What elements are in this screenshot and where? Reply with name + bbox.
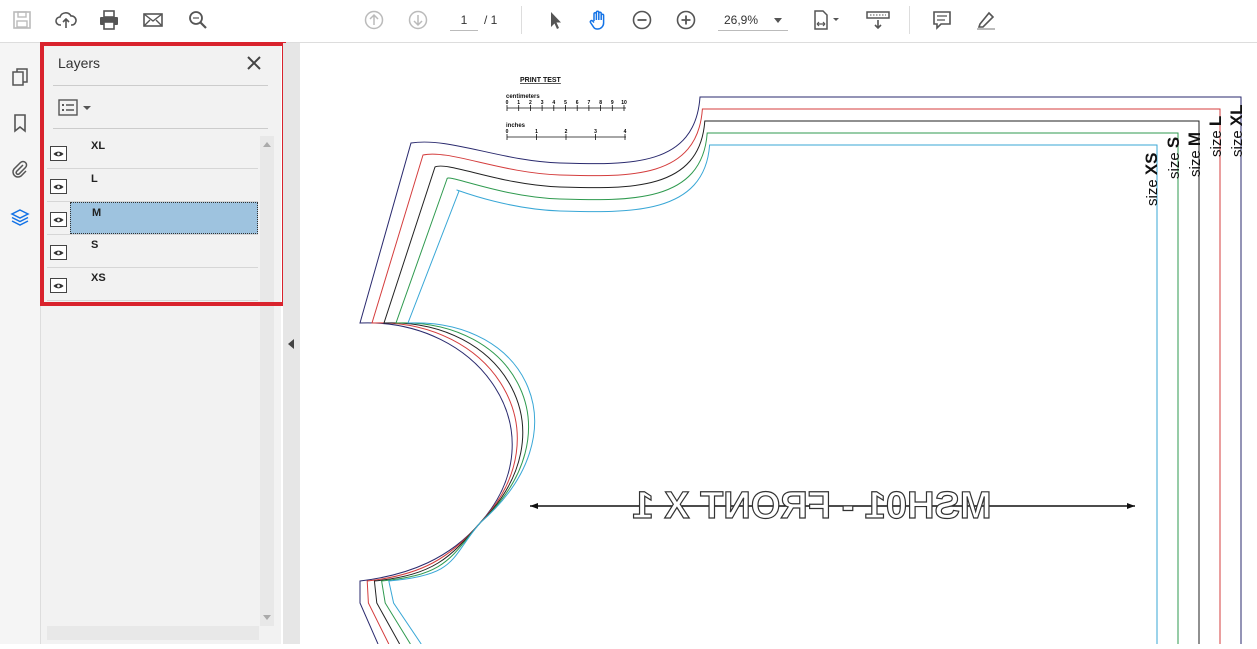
highlight-icon[interactable] xyxy=(972,6,1000,34)
toolbar-divider xyxy=(909,6,910,34)
ruler-tick-label: 5 xyxy=(564,100,567,106)
highlight-box xyxy=(40,42,286,306)
outline-xs xyxy=(388,144,1158,645)
ruler-tick-label: 1 xyxy=(535,129,538,135)
inches-label: inches xyxy=(506,123,526,129)
ruler-tick-label: 2 xyxy=(529,100,532,106)
size-value: L xyxy=(1206,115,1225,127)
size-label-l: size L xyxy=(1206,116,1226,157)
outline-s xyxy=(381,132,1179,645)
outline-xl xyxy=(359,96,1242,645)
chevron-down-icon xyxy=(774,18,782,23)
pattern-label: MSH01 - FRONT X 1 xyxy=(633,485,992,527)
size-prefix: size xyxy=(1187,146,1204,177)
centimeter-ruler: 0 1 2 3 4 5 6 7 8 9 10 xyxy=(506,100,627,111)
page-number-input[interactable]: 1 xyxy=(450,10,478,31)
size-value: M xyxy=(1185,131,1204,147)
size-prefix: size xyxy=(1166,148,1183,179)
ruler-tick-label: 10 xyxy=(621,100,627,106)
ruler-tick-label: 0 xyxy=(506,129,509,135)
email-icon[interactable] xyxy=(139,6,167,34)
ruler-tick-label: 0 xyxy=(506,100,509,106)
ruler-tick-label: 3 xyxy=(541,100,544,106)
zoom-level-value: 26,9% xyxy=(724,13,759,27)
pages-icon[interactable] xyxy=(8,65,32,89)
comment-icon[interactable] xyxy=(928,6,956,34)
page-down-icon[interactable] xyxy=(404,6,432,34)
size-prefix: size xyxy=(1229,126,1246,157)
page-fit-icon[interactable] xyxy=(808,6,844,34)
collapse-panel-arrow[interactable] xyxy=(288,339,294,349)
centimeters-label: centimeters xyxy=(506,94,540,100)
toolbar-divider xyxy=(521,6,522,34)
zoom-level-select[interactable]: 26,9% xyxy=(718,10,788,31)
ruler-tick-label: 6 xyxy=(576,100,579,106)
ruler-tick-label: 4 xyxy=(624,129,627,135)
pattern-outlines xyxy=(359,96,1242,645)
left-navigation-rail xyxy=(0,43,41,644)
scroll-mode-icon[interactable] xyxy=(862,6,894,34)
panel-splitter[interactable] xyxy=(283,43,300,644)
toolbar: 1 / 1 26,9% xyxy=(0,0,1257,43)
attachment-icon[interactable] xyxy=(8,157,32,181)
ruler-tick-label: 4 xyxy=(552,100,555,106)
print-test-title: PRINT TEST xyxy=(520,77,562,84)
zoom-in-icon[interactable] xyxy=(672,6,700,34)
scroll-down-arrow[interactable] xyxy=(263,615,271,620)
cloud-upload-icon[interactable] xyxy=(52,6,80,34)
ruler-tick-label: 1 xyxy=(517,100,520,106)
size-value: XS xyxy=(1142,152,1161,176)
ruler-tick-label: 2 xyxy=(565,129,568,135)
layers-icon[interactable] xyxy=(8,205,32,229)
page-up-icon[interactable] xyxy=(360,6,388,34)
size-value: XL xyxy=(1227,104,1246,127)
horizontal-scrollbar[interactable] xyxy=(47,626,259,640)
ruler-tick-label: 7 xyxy=(588,100,591,106)
size-label-xl: size XL xyxy=(1227,104,1247,157)
ruler-tick-label: 3 xyxy=(594,129,597,135)
page-total: / 1 xyxy=(484,13,498,27)
size-label-m: size M xyxy=(1185,132,1205,177)
document-view[interactable]: PRINT TEST centimeters 0 1 2 3 4 5 6 7 8 9 10 inch… xyxy=(300,43,1257,645)
size-label-xs: size XS xyxy=(1142,152,1162,206)
size-label-s: size S xyxy=(1164,137,1184,179)
pattern-drawing: PRINT TEST centimeters 0 1 2 3 4 5 6 7 8 9 10 inch… xyxy=(359,77,1242,645)
size-value: S xyxy=(1164,136,1183,149)
zoom-out-icon[interactable] xyxy=(628,6,656,34)
search-icon[interactable] xyxy=(184,6,212,34)
size-prefix: size xyxy=(1208,126,1225,157)
select-cursor-icon[interactable] xyxy=(541,6,569,34)
save-icon[interactable] xyxy=(8,6,36,34)
ruler-tick-label: 9 xyxy=(611,100,614,106)
ruler-tick-label: 8 xyxy=(599,100,602,106)
size-prefix: size xyxy=(1144,175,1161,206)
bookmark-icon[interactable] xyxy=(8,111,32,135)
outline-m xyxy=(373,120,1200,645)
inch-ruler: 0 1 2 3 4 xyxy=(506,129,627,140)
print-icon[interactable] xyxy=(95,6,123,34)
hand-icon[interactable] xyxy=(584,6,612,34)
